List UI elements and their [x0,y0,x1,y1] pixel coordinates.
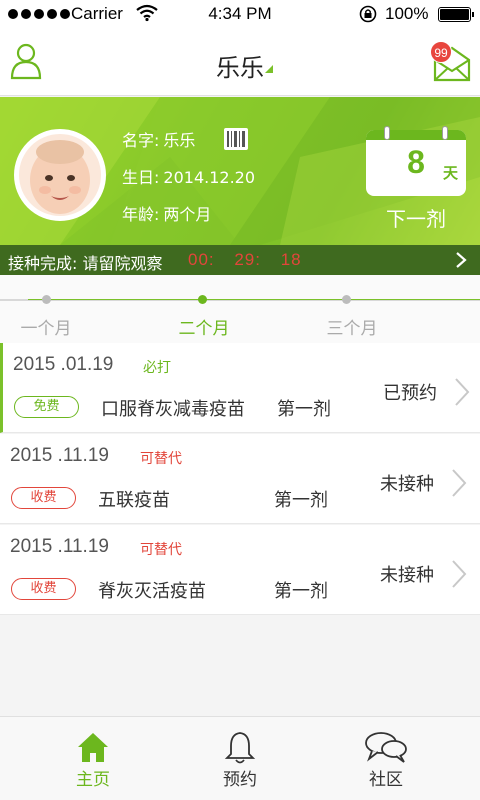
vaccine-dose: 第一剂 [277,399,331,420]
vaccine-tag: 可替代 [140,542,182,558]
baby-name: 乐乐 [163,131,196,150]
vaccine-date: 2015 .11.19 [10,536,109,557]
observation-bar[interactable]: 接种完成: 请留院观察 00: 29: 18 [0,245,480,275]
birthday-label: 生日: [122,168,160,187]
fee-badge: 收费 [11,578,76,600]
tab-appointment-label: 预约 [223,770,257,790]
dropdown-arrow-icon[interactable] [265,65,273,73]
baby-avatar[interactable] [14,129,106,221]
battery-icon [438,7,474,22]
birthday-line: 生日: 2014.12.20 [122,164,255,188]
chevron-right-icon [455,378,470,406]
barcode-icon[interactable] [224,128,248,150]
vaccine-status: 未接种 [380,565,434,586]
fee-badge: 免费 [14,396,79,418]
name-label: 名字: [122,131,160,150]
name-line: 名字: 乐乐 [122,127,195,151]
timeline-dot-month-3[interactable] [342,295,351,304]
page-title[interactable]: 乐乐 [0,48,480,83]
vaccine-row[interactable]: 2015 .11.19 可替代 收费 脊灰灭活疫苗 第一剂 未接种 [0,525,480,615]
mail-badge: 99 [430,41,452,63]
vaccine-row[interactable]: 2015 .11.19 可替代 收费 五联疫苗 第一剂 未接种 [0,434,480,524]
baby-age: 两个月 [163,205,212,224]
status-bar: Carrier 4:34 PM 100% [0,0,480,28]
month-tab-1[interactable]: 一个月 [0,314,106,339]
vaccine-status: 未接种 [380,474,434,495]
days-unit: 天 [442,164,458,182]
chat-icon [365,732,407,763]
vaccine-date: 2015 .11.19 [10,445,109,466]
baby-birthday: 2014.12.20 [163,168,256,187]
vaccine-dose: 第一剂 [274,490,328,511]
next-dose-label[interactable]: 下一剂 [366,203,466,232]
tab-appointment[interactable]: 预约 [180,717,300,800]
tab-community-label: 社区 [369,770,403,790]
chevron-right-icon [456,252,467,268]
age-line: 年龄: 两个月 [122,201,211,225]
observation-timer: 00: 29: 18 [188,250,302,269]
month-tab-3[interactable]: 三个月 [292,314,412,339]
chevron-right-icon [452,469,467,497]
timeline-dot-month-2[interactable] [198,295,207,304]
month-timeline: 一个月 二个月 三个月 [0,275,480,343]
tab-home-label: 主页 [76,770,110,790]
tab-home[interactable]: 主页 [33,717,153,800]
vaccine-name: 五联疫苗 [98,490,170,511]
home-icon [78,733,108,762]
vaccine-tag: 必打 [143,360,171,376]
bell-icon [224,732,256,764]
vaccine-date: 2015 .01.19 [13,354,114,375]
chevron-right-icon [452,560,467,588]
vaccine-row[interactable]: 2015 .01.19 必打 免费 口服脊灰减毒疫苗 第一剂 已预约 [0,343,480,433]
timeline-dot-month-1[interactable] [42,295,51,304]
battery-percent: 100% [385,4,429,23]
nav-bar: 乐乐 99 [0,28,480,96]
tab-bar: 主页 预约 社区 [0,716,480,800]
observation-text: 接种完成: 请留院观察 [8,254,163,273]
vaccine-name: 脊灰灭活疫苗 [98,581,206,602]
vaccine-name: 口服脊灰减毒疫苗 [101,399,245,420]
calendar-icon[interactable]: 8 天 [366,126,466,196]
month-tab-2[interactable]: 二个月 [144,314,264,339]
vaccine-status: 已预约 [383,383,437,404]
vaccine-tag: 可替代 [140,451,182,467]
tab-community[interactable]: 社区 [326,717,446,800]
vaccine-dose: 第一剂 [274,581,328,602]
baby-photo [19,134,101,216]
rotation-lock-icon [359,5,377,23]
age-label: 年龄: [122,205,160,224]
baby-profile-header: 名字: 乐乐 生日: 2014.12.20 年龄: 两个月 8 天 下一剂 [0,97,480,245]
fee-badge: 收费 [11,487,76,509]
